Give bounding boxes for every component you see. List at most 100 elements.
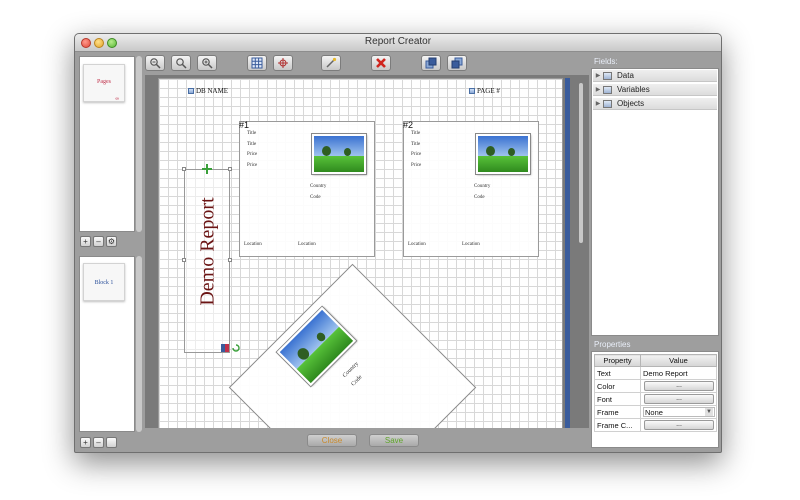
location-field: Location	[244, 242, 262, 247]
blocks-list[interactable]: Block 1	[79, 256, 135, 432]
pages-scrollbar[interactable]	[136, 56, 142, 232]
property-row-frame[interactable]: Frame None ▼	[594, 405, 717, 419]
property-row-font[interactable]: Font ...	[594, 392, 717, 406]
pages-buttons: + – ⚙	[80, 236, 117, 247]
page-edge-bar	[565, 78, 570, 428]
properties-title: Properties	[594, 340, 631, 349]
field-item-objects[interactable]: ▶ Objects	[593, 98, 717, 110]
landscape-image[interactable]	[312, 134, 366, 174]
add-page-button[interactable]: +	[80, 236, 91, 247]
fields-tree[interactable]: ▶ Data ▶ Variables ▶ Objects	[591, 68, 719, 336]
location-field: Location	[462, 242, 480, 247]
remove-block-button[interactable]: –	[93, 437, 104, 448]
chevron-down-icon: ▼	[705, 408, 713, 416]
db-name-label: DB NAME	[196, 87, 229, 95]
page-number-label: PAGE #	[477, 87, 500, 95]
property-row-text[interactable]: Text Demo Report	[594, 366, 717, 380]
property-column-header[interactable]: Property	[594, 354, 641, 367]
pages-list[interactable]: Pages ∞	[79, 56, 135, 232]
field-item-label: Data	[617, 71, 634, 80]
add-block-button[interactable]: +	[80, 437, 91, 448]
block-thumbnail[interactable]: Block 1	[83, 263, 125, 301]
page-thumbnail-label: Pages	[97, 79, 111, 85]
frame-select[interactable]: None ▼	[643, 407, 715, 417]
canvas-scrollbar[interactable]	[577, 77, 585, 425]
frame-color-button[interactable]: ...	[644, 420, 714, 430]
right-panel: Fields: ▶ Data ▶ Variables ▶ Objects Pro…	[591, 56, 719, 448]
data-table-icon	[603, 71, 612, 80]
bring-forward-button[interactable]	[421, 55, 441, 71]
wand-icon	[326, 57, 337, 68]
block-options-button[interactable]	[106, 437, 117, 448]
location-field: Location	[298, 242, 316, 247]
save-button[interactable]: Save	[369, 434, 419, 447]
record-card-2[interactable]: #2 Title Title Price Price Country Code …	[403, 120, 539, 257]
canvas-scroll-thumb[interactable]	[579, 83, 583, 243]
country-field: Country	[474, 184, 491, 189]
property-row-color[interactable]: Color ...	[594, 379, 717, 393]
property-name: Frame	[594, 405, 641, 419]
send-backward-button[interactable]	[447, 55, 467, 71]
color-picker-button[interactable]: ...	[644, 381, 714, 391]
toolbar	[145, 55, 585, 73]
title-bar: Report Creator	[75, 34, 721, 52]
zoom-in-icon	[202, 58, 213, 69]
resize-handle[interactable]	[228, 258, 232, 262]
resize-handle[interactable]	[182, 167, 186, 171]
font-picker-button[interactable]: ...	[644, 394, 714, 404]
blocks-scrollbar[interactable]	[136, 256, 142, 432]
value-column-header[interactable]: Value	[640, 354, 717, 367]
snap-button[interactable]	[273, 55, 293, 71]
rotated-record-card[interactable]: Country Code	[228, 263, 477, 428]
card-number: #2	[403, 120, 414, 130]
color-swatch-icon[interactable]	[221, 344, 229, 352]
zoom-fit-button[interactable]	[171, 55, 191, 71]
grid-toggle-button[interactable]	[247, 55, 267, 71]
zoom-out-icon	[150, 58, 161, 69]
field-item-label: Variables	[617, 85, 650, 94]
page-settings-button[interactable]: ⚙	[106, 236, 117, 247]
close-button[interactable]: Close	[307, 434, 357, 447]
disclosure-triangle-icon[interactable]: ▶	[593, 72, 603, 79]
objects-icon	[603, 99, 612, 108]
properties-table-container: Property Value Text Demo Report Color ..…	[591, 351, 719, 448]
code-field: Code	[474, 195, 485, 200]
demo-report-text-block[interactable]: Demo Report	[182, 164, 240, 353]
field-item-data[interactable]: ▶ Data	[593, 70, 717, 82]
title-field: Title	[411, 142, 421, 147]
db-name-field[interactable]: DB NAME	[188, 87, 228, 95]
text-value-field[interactable]: Demo Report	[640, 366, 717, 380]
magic-wand-button[interactable]	[321, 55, 341, 71]
disclosure-triangle-icon[interactable]: ▶	[593, 100, 603, 107]
title-field: Title	[411, 131, 421, 136]
code-field: Code	[350, 374, 364, 388]
crosshair-icon	[278, 58, 288, 68]
title-field: Title	[247, 142, 257, 147]
card-number: #1	[239, 120, 250, 130]
landscape-image[interactable]	[476, 134, 530, 174]
database-icon	[188, 88, 194, 94]
page-number-field[interactable]: PAGE #	[469, 87, 500, 95]
delete-button[interactable]	[371, 55, 391, 71]
record-card-1[interactable]: #1 Title Title Price Price Country Code …	[239, 120, 375, 257]
resize-handle[interactable]	[228, 167, 232, 171]
remove-page-button[interactable]: –	[93, 236, 104, 247]
property-row-frame-color[interactable]: Frame C... ...	[594, 418, 717, 432]
disclosure-triangle-icon[interactable]: ▶	[593, 86, 603, 93]
rotate-icon[interactable]	[232, 344, 240, 352]
page-thumbnail[interactable]: Pages ∞	[83, 64, 125, 102]
variables-icon	[603, 85, 612, 94]
window-title: Report Creator	[364, 36, 432, 47]
field-item-variables[interactable]: ▶ Variables	[593, 84, 717, 96]
resize-handle[interactable]	[182, 258, 186, 262]
send-backward-icon	[451, 57, 463, 69]
zoom-fit-icon	[176, 58, 187, 69]
report-page[interactable]: DB NAME PAGE # #1 Title Title Price Pric…	[158, 78, 563, 428]
zoom-in-button[interactable]	[197, 55, 217, 71]
report-canvas[interactable]: DB NAME PAGE # #1 Title Title Price Pric…	[145, 75, 589, 428]
zoom-out-button[interactable]	[145, 55, 165, 71]
properties-table: Property Value Text Demo Report Color ..…	[594, 354, 717, 432]
price-field: Price	[247, 163, 258, 168]
property-name: Color	[594, 379, 641, 393]
property-name: Text	[594, 366, 641, 380]
